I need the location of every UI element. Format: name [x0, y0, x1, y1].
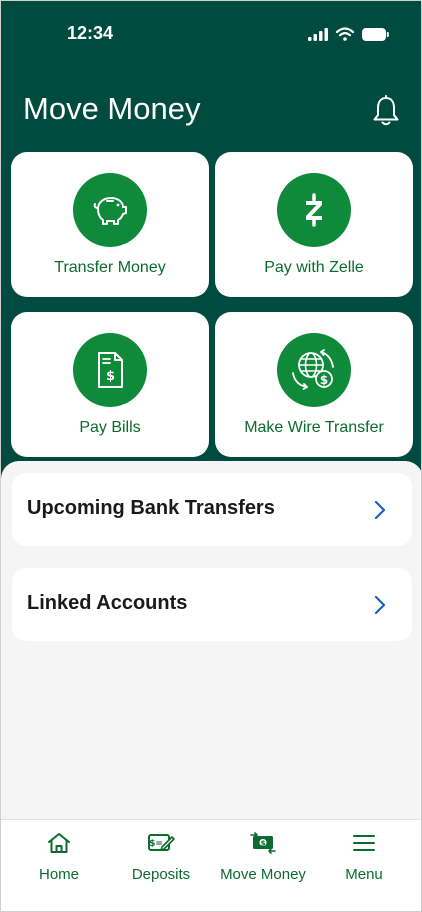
page-title: Move Money — [23, 91, 201, 126]
money-transfer-icon: $ — [250, 832, 276, 854]
upcoming-bank-transfers-label: Upcoming Bank Transfers — [27, 497, 275, 519]
upcoming-bank-transfers-row[interactable]: Upcoming Bank Transfers — [12, 473, 412, 546]
home-icon — [48, 833, 70, 853]
make-wire-transfer-card[interactable]: $ Make Wire Transfer — [215, 312, 413, 457]
tab-deposits[interactable]: $= Deposits — [109, 830, 213, 890]
wifi-icon — [336, 27, 354, 41]
tab-move-money-label: Move Money — [220, 866, 306, 883]
status-bar: 12:34 — [1, 23, 421, 47]
tab-bar: Home $= Deposits $ Move Money Menu — [1, 819, 421, 911]
app-screen: 12:34 Move Money Transfer Money Pay with… — [0, 0, 422, 912]
status-time: 12:34 — [67, 23, 114, 43]
svg-text:$=: $= — [149, 839, 163, 849]
tab-deposits-label: Deposits — [131, 866, 191, 883]
zelle-icon — [277, 173, 351, 247]
svg-text:$: $ — [261, 840, 266, 848]
bill-icon: $ — [73, 333, 147, 407]
pay-bills-label: Pay Bills — [79, 419, 141, 436]
tab-home-label: Home — [38, 866, 79, 883]
status-icons — [308, 27, 389, 41]
linked-accounts-row[interactable]: Linked Accounts — [12, 568, 412, 641]
transfer-money-card[interactable]: Transfer Money — [11, 152, 209, 297]
linked-accounts-label: Linked Accounts — [27, 592, 188, 614]
pay-with-zelle-card[interactable]: Pay with Zelle — [215, 152, 413, 297]
hamburger-menu-icon — [353, 835, 375, 851]
tab-menu[interactable]: Menu — [312, 830, 416, 890]
chevron-right-icon — [374, 595, 386, 615]
transfer-money-label: Transfer Money — [54, 259, 166, 276]
svg-text:$: $ — [320, 373, 328, 387]
signal-icon — [308, 27, 328, 41]
piggy-bank-icon — [73, 173, 147, 247]
battery-icon — [362, 27, 389, 41]
tab-move-money[interactable]: $ Move Money — [211, 830, 315, 890]
globe-dollar-icon: $ — [277, 333, 351, 407]
svg-text:$: $ — [106, 369, 115, 384]
chevron-right-icon — [374, 500, 386, 520]
tab-home[interactable]: Home — [7, 830, 111, 890]
tab-menu-label: Menu — [345, 866, 383, 883]
notifications-bell-icon[interactable] — [371, 95, 401, 127]
make-wire-transfer-label: Make Wire Transfer — [244, 419, 384, 436]
check-deposit-icon: $= — [148, 834, 175, 851]
pay-bills-card[interactable]: $ Pay Bills — [11, 312, 209, 457]
pay-with-zelle-label: Pay with Zelle — [264, 259, 364, 276]
